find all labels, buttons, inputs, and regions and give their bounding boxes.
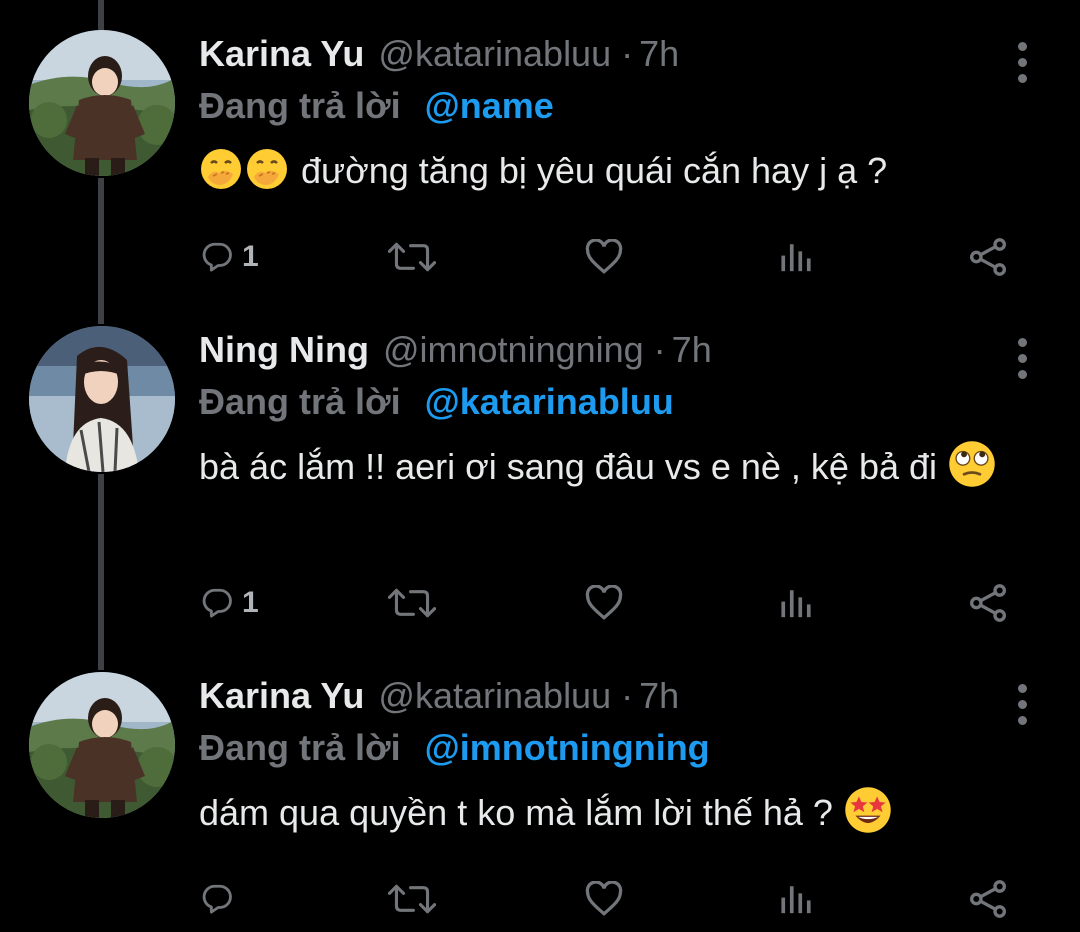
like-icon [585, 881, 623, 916]
reply-count: 1 [242, 240, 259, 273]
retweet-button[interactable] [388, 874, 436, 924]
reply-button[interactable] [200, 874, 242, 924]
share-button[interactable] [968, 874, 1008, 924]
tweet[interactable]: Karina Yu @katarinabluu · 7h Đang trả lờ… [0, 668, 1080, 932]
tweet-text: đường tăng bị yêu quái cắn hay j ạ ? [199, 142, 1029, 199]
separator: · [621, 33, 634, 74]
replying-to-label: Đang trả lời [199, 381, 401, 422]
replying-to: Đang trả lời @name [199, 78, 554, 134]
like-button[interactable] [584, 874, 624, 924]
mention-link[interactable]: @katarinabluu [425, 381, 674, 422]
like-button[interactable] [584, 232, 624, 282]
more-options-icon[interactable] [1010, 326, 1034, 390]
tweet[interactable]: Karina Yu @katarinabluu · 7h Đang trả lờ… [0, 26, 1080, 316]
tweet-body: đường tăng bị yêu quái cắn hay j ạ ? [301, 150, 888, 191]
tweet-header: Karina Yu @katarinabluu · 7h [199, 668, 679, 724]
child-portrait-avatar [29, 30, 175, 176]
hand-over-mouth-emoji [247, 149, 287, 189]
like-icon [585, 585, 623, 620]
analytics-icon [781, 244, 811, 272]
star-struck-emoji [845, 787, 891, 833]
analytics-button[interactable] [780, 578, 814, 628]
replying-to-label: Đang trả lời [199, 85, 401, 126]
timestamp[interactable]: 7h [672, 322, 712, 378]
reply-count: 1 [242, 586, 259, 619]
separator: · [653, 329, 666, 370]
author-handle[interactable]: @imnotningning [383, 322, 644, 378]
analytics-button[interactable] [780, 232, 814, 282]
retweet-icon [388, 242, 436, 272]
tweet-actions: 1 [0, 232, 1080, 282]
timestamp[interactable]: 7h [639, 668, 679, 724]
separator: · [621, 675, 634, 716]
author-handle[interactable]: @katarinabluu [378, 668, 611, 724]
tweet-header: Ning Ning @imnotningning · 7h [199, 322, 712, 378]
analytics-icon [781, 886, 811, 914]
reply-button[interactable]: 1 [200, 232, 259, 282]
mention-link[interactable]: @imnotningning [425, 727, 710, 768]
reply-button[interactable]: 1 [200, 578, 259, 628]
like-icon [585, 239, 623, 274]
like-button[interactable] [584, 578, 624, 628]
author-name[interactable]: Karina Yu [199, 26, 364, 82]
more-options-icon[interactable] [1010, 30, 1034, 94]
more-options-icon[interactable] [1010, 672, 1034, 736]
retweet-button[interactable] [388, 232, 436, 282]
analytics-button[interactable] [780, 874, 814, 924]
child-portrait-avatar [29, 672, 175, 818]
mention-link[interactable]: @name [425, 85, 554, 126]
retweet-icon [388, 884, 436, 914]
retweet-button[interactable] [388, 578, 436, 628]
reply-icon [202, 884, 232, 914]
share-button[interactable] [968, 578, 1008, 628]
avatar[interactable] [29, 672, 175, 818]
author-handle[interactable]: @katarinabluu [378, 26, 611, 82]
share-icon [970, 238, 1007, 276]
share-button[interactable] [968, 232, 1008, 282]
reply-icon [202, 242, 232, 272]
tweet-body: dám qua quyền t ko mà lắm lời thế hả ? [199, 792, 833, 833]
replying-to: Đang trả lời @imnotningning [199, 720, 710, 776]
share-icon [970, 584, 1007, 622]
tweet-actions [0, 874, 1080, 924]
analytics-icon [781, 590, 811, 618]
replying-to: Đang trả lời @katarinabluu [199, 374, 674, 430]
tweet-header: Karina Yu @katarinabluu · 7h [199, 26, 679, 82]
retweet-icon [388, 588, 436, 618]
tweet-text: bà ác lắm !! aeri ơi sang đâu vs e nè , … [199, 438, 1029, 495]
tweet-actions: 1 [0, 578, 1080, 628]
replying-to-label: Đang trả lời [199, 727, 401, 768]
reply-icon [202, 588, 232, 618]
tweet[interactable]: Ning Ning @imnotningning · 7h Đang trả l… [0, 322, 1080, 662]
hand-over-mouth-emoji [201, 149, 241, 189]
tweet-body: bà ác lắm !! aeri ơi sang đâu vs e nè , … [199, 446, 938, 487]
avatar[interactable] [29, 326, 175, 472]
eye-roll-emoji [949, 441, 995, 487]
share-icon [970, 880, 1007, 918]
timestamp[interactable]: 7h [639, 26, 679, 82]
tweet-text: dám qua quyền t ko mà lắm lời thế hả ? [199, 784, 1029, 841]
author-name[interactable]: Ning Ning [199, 322, 369, 378]
avatar[interactable] [29, 30, 175, 176]
woman-portrait-avatar [29, 326, 175, 472]
author-name[interactable]: Karina Yu [199, 668, 364, 724]
